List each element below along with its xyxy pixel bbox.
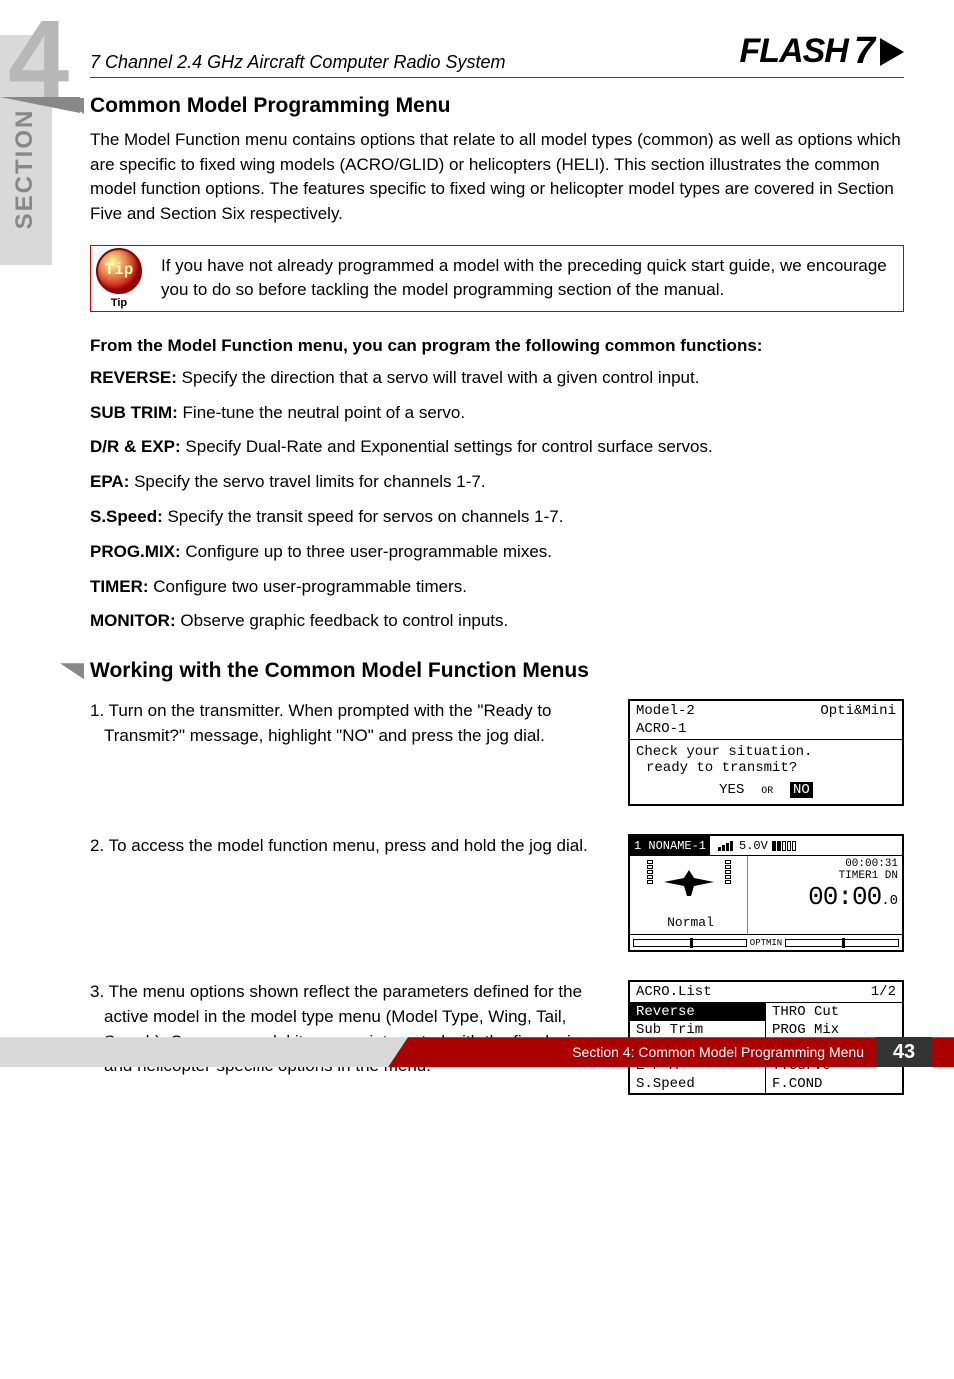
functions-heading: From the Model Function menu, you can pr… xyxy=(90,336,904,356)
lcd1-msg1: Check your situation. xyxy=(636,744,896,760)
section-title-working: Working with the Common Model Function M… xyxy=(90,659,904,683)
lcd3-item: Reverse xyxy=(630,1003,766,1021)
feature-line: MONITOR: Observe graphic feedback to con… xyxy=(90,609,904,633)
section-title-common: Common Model Programming Menu xyxy=(90,94,904,118)
lcd1-msg2: ready to transmit? xyxy=(636,760,896,776)
logo-text: FLASH xyxy=(740,32,848,71)
page-number: 43 xyxy=(876,1037,932,1067)
step-1-text: 1. Turn on the transmitter. When prompte… xyxy=(104,699,610,748)
feature-line: PROG.MIX: Configure up to three user-pro… xyxy=(90,540,904,564)
feature-line: TIMER: Configure two user-programmable t… xyxy=(90,575,904,599)
tip-callout: Tip Tip If you have not already programm… xyxy=(90,245,904,312)
lcd2-big-time-dec: .0 xyxy=(881,893,898,909)
lcd2-timer-count: 00:00:31 xyxy=(752,858,898,870)
logo-arrow-icon xyxy=(880,38,904,66)
brand-logo: FLASH 7 xyxy=(740,30,904,73)
battery-icon xyxy=(772,841,796,851)
heading-marker-icon xyxy=(60,663,84,679)
lcd2-model-badge: 1 NONAME-1 xyxy=(630,836,710,855)
section-label: SECTION xyxy=(11,64,39,274)
trim-right-icon xyxy=(723,860,733,904)
intro-paragraph: The Model Function menu contains options… xyxy=(90,128,904,227)
plane-icon xyxy=(659,860,719,904)
lcd1-type: ACRO-1 xyxy=(636,721,686,737)
lcd2-mode: Normal xyxy=(663,915,714,930)
lcd3-item: F.COND xyxy=(766,1075,902,1093)
tip-icon-label: Tip xyxy=(89,296,149,312)
lcd3-item: THRO Cut xyxy=(766,1003,902,1021)
lcd-screen-1: Model-2 Opti&Mini ACRO-1 Check your situ… xyxy=(628,699,904,806)
lcd1-or: OR xyxy=(761,786,773,797)
lcd3-page: 1/2 xyxy=(871,984,896,1000)
page-footer: Section 4: Common Model Programming Menu… xyxy=(0,1037,954,1067)
lcd1-yes: YES xyxy=(719,782,744,798)
lcd1-no-selected: NO xyxy=(790,782,813,798)
tip-icon: Tip xyxy=(96,248,142,294)
lcd2-big-time: 00:00 xyxy=(808,882,881,912)
feature-line: REVERSE: Specify the direction that a se… xyxy=(90,366,904,390)
footer-text: Section 4: Common Model Programming Menu xyxy=(572,1044,864,1060)
trim-bar-right xyxy=(785,939,899,947)
signal-bars-icon xyxy=(718,841,733,851)
feature-line: D/R & EXP: Specify Dual-Rate and Exponen… xyxy=(90,435,904,459)
lcd3-title: ACRO.List xyxy=(636,984,712,1000)
tip-body: If you have not already programmed a mod… xyxy=(161,256,887,300)
trim-bar-left xyxy=(633,939,747,947)
lcd2-bottom-label: OPTMIN xyxy=(750,938,782,948)
feature-line: S.Speed: Specify the transit speed for s… xyxy=(90,505,904,529)
lcd-screen-2: 1 NONAME-1 5.0V xyxy=(628,834,904,952)
lcd2-voltage: 5.0V xyxy=(739,839,768,853)
feature-line: SUB TRIM: Fine-tune the neutral point of… xyxy=(90,401,904,425)
lcd1-rx: Opti&Mini xyxy=(820,703,896,719)
lcd3-item: S.Speed xyxy=(630,1075,766,1093)
trim-left-icon xyxy=(645,860,655,904)
doc-subtitle: 7 Channel 2.4 GHz Aircraft Computer Radi… xyxy=(90,52,506,73)
step-2-text: 2. To access the model function menu, pr… xyxy=(104,834,610,859)
feature-line: EPA: Specify the servo travel limits for… xyxy=(90,470,904,494)
lcd2-timer-label: TIMER1 DN xyxy=(752,870,898,882)
lcd1-model: Model-2 xyxy=(636,703,695,719)
